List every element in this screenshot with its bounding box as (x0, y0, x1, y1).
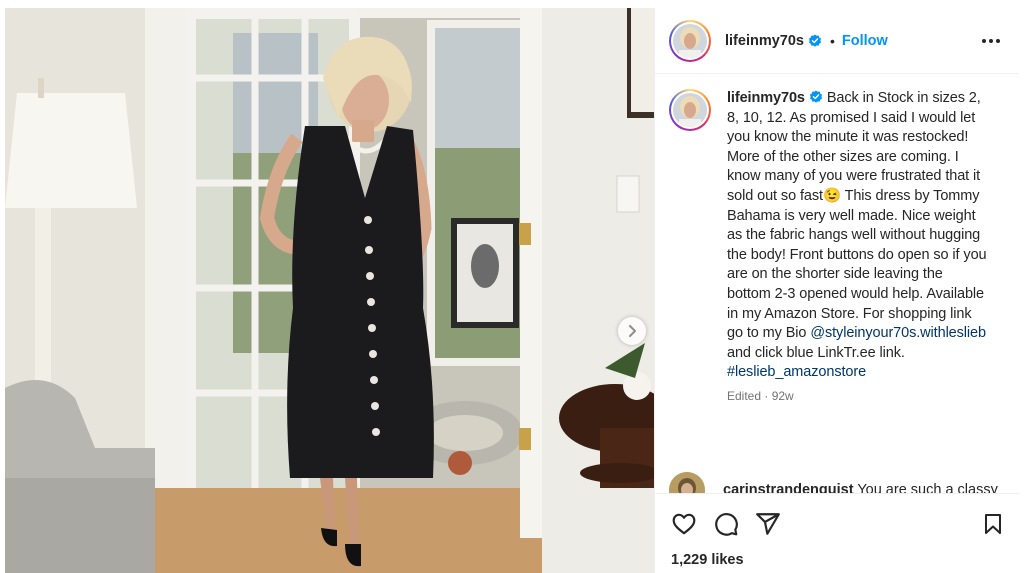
separator-dot: • (830, 32, 835, 49)
comment-item: carinstrandenquist You are such a classy (669, 472, 998, 493)
caption-text: lifeinmy70s Back in Stock in sizes 2, 8,… (727, 89, 989, 383)
caption: lifeinmy70s Back in Stock in sizes 2, 8,… (655, 75, 1019, 403)
post-image (5, 8, 654, 573)
post-header: lifeinmy70s • Follow (655, 8, 1018, 74)
avatar-image (669, 472, 705, 493)
avatar-image (673, 23, 707, 58)
share-icon[interactable] (755, 511, 781, 537)
commenter-avatar[interactable] (669, 472, 705, 493)
avatar-image (673, 93, 707, 127)
caption-body-text-2: This dress by Tommy Bahama is very well … (727, 187, 987, 342)
chevron-right-icon (629, 325, 636, 337)
comment-icon[interactable] (713, 511, 739, 537)
verified-badge-icon (808, 34, 822, 48)
post-side-panel: lifeinmy70s • Follow lifeinmy70s Back in… (654, 8, 1019, 573)
author-avatar[interactable] (669, 19, 711, 62)
caption-author-avatar[interactable] (669, 89, 711, 131)
caption-username[interactable]: lifeinmy70s (727, 90, 805, 106)
commenter-username[interactable]: carinstrandenquist (723, 482, 854, 493)
caption-meta: Edited · 92w (727, 388, 794, 403)
next-photo-button[interactable] (618, 317, 646, 345)
caption-body-text-3: and click blue LinkTr.ee link. (727, 344, 905, 361)
caption-hashtag-link[interactable]: #leslieb_amazonstore (727, 364, 866, 380)
post-actions: 1,229 likes (655, 493, 1019, 573)
more-options-icon[interactable] (978, 35, 1004, 47)
author-username[interactable]: lifeinmy70s (725, 33, 804, 49)
comments-scroll-area[interactable]: lifeinmy70s Back in Stock in sizes 2, 8,… (655, 75, 1019, 493)
comment-body: You are such a classy (857, 482, 998, 493)
heart-icon[interactable] (671, 511, 697, 537)
wink-emoji: 😉 (822, 187, 841, 204)
verified-badge-icon (809, 90, 823, 104)
likes-count[interactable]: 1,229 likes (655, 540, 1019, 568)
bookmark-icon[interactable] (981, 512, 1005, 536)
follow-button[interactable]: Follow (842, 33, 888, 49)
caption-body-text: Back in Stock in sizes 2, 8, 10, 12. As … (727, 90, 981, 204)
caption-mention-link[interactable]: @styleinyour70s.withleslieb (810, 325, 986, 341)
post-photo[interactable] (5, 8, 654, 573)
comment-text: carinstrandenquist You are such a classy (723, 482, 998, 493)
